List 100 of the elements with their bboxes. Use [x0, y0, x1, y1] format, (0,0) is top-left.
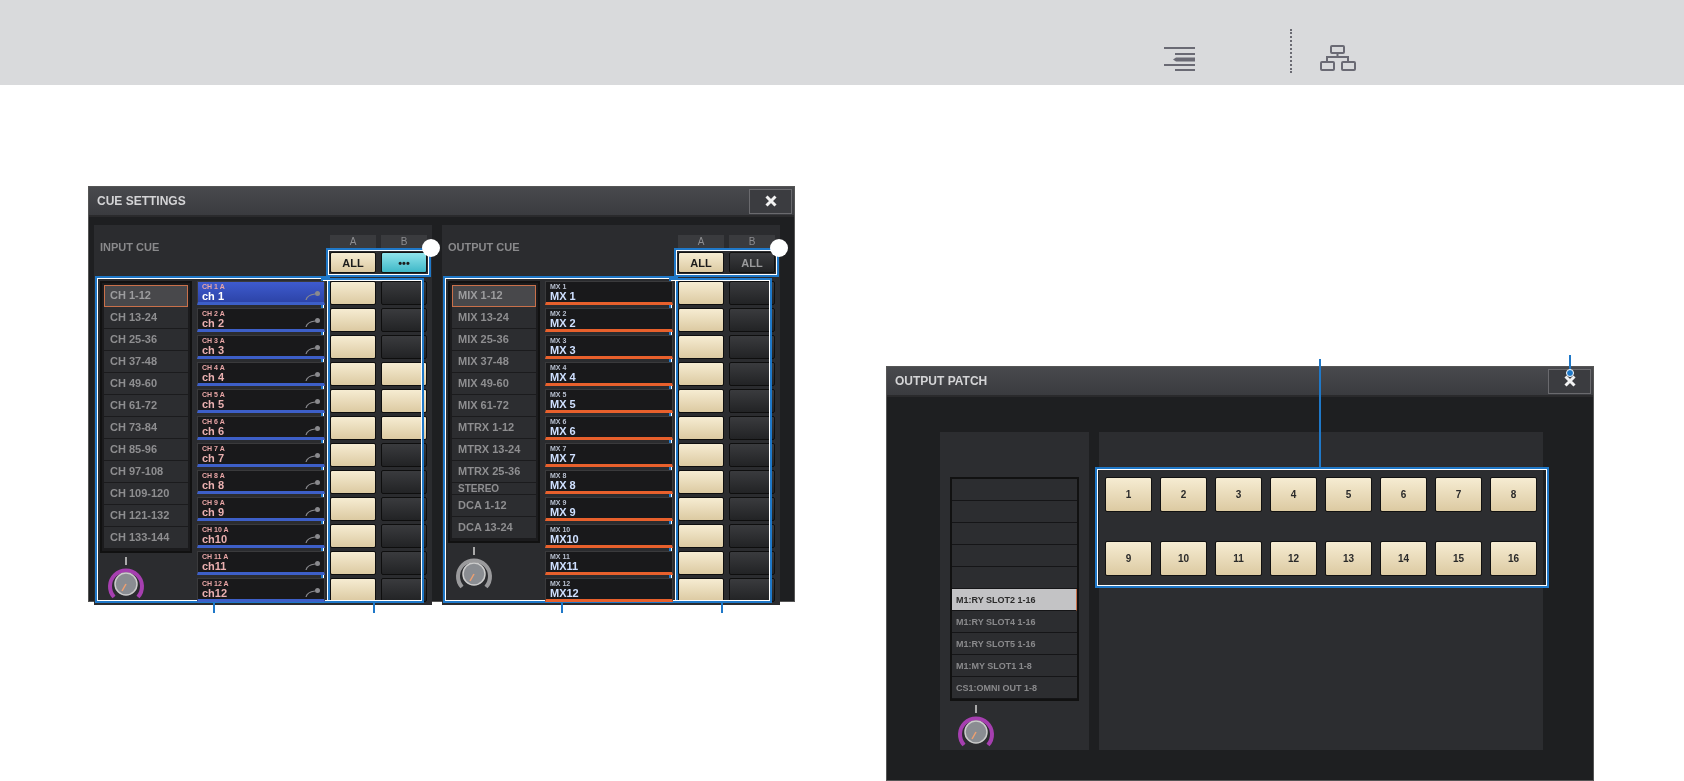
bank-tab[interactable]: CH 121-132 — [104, 505, 188, 527]
bank-tab[interactable]: CH 49-60 — [104, 373, 188, 395]
align-right-icon[interactable] — [1164, 47, 1196, 73]
cue-a-toggle[interactable] — [678, 308, 724, 332]
port-button[interactable]: 16 — [1490, 541, 1537, 576]
cue-b-toggle[interactable] — [381, 497, 427, 521]
cue-a-toggle[interactable] — [330, 362, 376, 386]
cue-a-toggle[interactable] — [678, 524, 724, 548]
close-button[interactable] — [749, 188, 792, 214]
cue-b-toggle[interactable] — [729, 497, 775, 521]
bank-tab[interactable]: MIX 13-24 — [452, 307, 536, 329]
hierarchy-icon[interactable] — [1320, 45, 1356, 73]
slot-item[interactable]: M1:RY SLOT4 1-16 — [952, 611, 1077, 633]
port-button[interactable]: 2 — [1160, 477, 1207, 512]
port-button[interactable]: 15 — [1435, 541, 1482, 576]
cue-b-toggle[interactable] — [729, 362, 775, 386]
cue-a-toggle[interactable] — [678, 389, 724, 413]
all-button[interactable]: ALL — [729, 252, 775, 273]
knob[interactable] — [956, 705, 996, 749]
all-button[interactable]: ALL — [330, 252, 376, 273]
cue-a-toggle[interactable] — [678, 551, 724, 575]
cue-a-toggle[interactable] — [330, 389, 376, 413]
cue-a-toggle[interactable] — [330, 416, 376, 440]
bank-tab[interactable]: DCA 13-24 — [452, 517, 536, 539]
cue-b-toggle[interactable] — [381, 416, 427, 440]
cue-b-toggle[interactable] — [729, 551, 775, 575]
cue-b-toggle[interactable] — [381, 281, 427, 305]
cue-a-toggle[interactable] — [678, 497, 724, 521]
cue-b-toggle[interactable] — [381, 443, 427, 467]
cue-a-toggle[interactable] — [330, 551, 376, 575]
cue-a-toggle[interactable] — [330, 578, 376, 602]
port-button[interactable]: 1 — [1105, 477, 1152, 512]
port-button[interactable]: 11 — [1215, 541, 1262, 576]
close-button[interactable] — [1548, 368, 1591, 394]
bank-tab[interactable]: CH 109-120 — [104, 483, 188, 505]
port-button[interactable]: 6 — [1380, 477, 1427, 512]
bank-tab[interactable]: CH 73-84 — [104, 417, 188, 439]
cue-b-toggle[interactable] — [381, 470, 427, 494]
cue-a-toggle[interactable] — [678, 578, 724, 602]
cue-b-toggle[interactable] — [381, 308, 427, 332]
cue-b-toggle[interactable] — [729, 416, 775, 440]
cue-a-toggle[interactable] — [330, 308, 376, 332]
port-button[interactable]: 5 — [1325, 477, 1372, 512]
cue-b-toggle[interactable] — [729, 335, 775, 359]
port-button[interactable]: 12 — [1270, 541, 1317, 576]
cue-a-toggle[interactable] — [330, 281, 376, 305]
bank-tab[interactable]: CH 61-72 — [104, 395, 188, 417]
cue-b-toggle[interactable] — [381, 362, 427, 386]
bank-tab[interactable]: CH 97-108 — [104, 461, 188, 483]
cue-b-toggle[interactable] — [381, 524, 427, 548]
port-button[interactable]: 13 — [1325, 541, 1372, 576]
bank-tab[interactable]: STEREO — [452, 483, 536, 495]
slot-item[interactable]: M1:RY SLOT2 1-16 — [952, 589, 1077, 611]
port-button[interactable]: 8 — [1490, 477, 1537, 512]
cue-a-toggle[interactable] — [678, 470, 724, 494]
cue-b-toggle[interactable] — [729, 281, 775, 305]
bank-tab[interactable]: MTRX 1-12 — [452, 417, 536, 439]
cue-b-toggle[interactable] — [381, 335, 427, 359]
knob[interactable] — [106, 557, 146, 601]
cue-a-toggle[interactable] — [678, 335, 724, 359]
all-button[interactable]: ••• — [381, 252, 427, 273]
port-button[interactable]: 9 — [1105, 541, 1152, 576]
bank-tab[interactable]: CH 25-36 — [104, 329, 188, 351]
port-button[interactable]: 4 — [1270, 477, 1317, 512]
slot-item[interactable]: CS1:OMNI OUT 1-8 — [952, 677, 1077, 699]
cue-a-toggle[interactable] — [678, 362, 724, 386]
bank-tab[interactable]: MTRX 13-24 — [452, 439, 536, 461]
bank-tab[interactable]: MIX 61-72 — [452, 395, 536, 417]
bank-tab[interactable]: DCA 1-12 — [452, 495, 536, 517]
bank-tab[interactable]: MIX 25-36 — [452, 329, 536, 351]
slot-item[interactable]: M1:RY SLOT5 1-16 — [952, 633, 1077, 655]
cue-a-toggle[interactable] — [678, 281, 724, 305]
port-button[interactable]: 14 — [1380, 541, 1427, 576]
cue-b-toggle[interactable] — [729, 389, 775, 413]
bank-tab[interactable]: MTRX 25-36 — [452, 461, 536, 483]
cue-b-toggle[interactable] — [729, 470, 775, 494]
cue-a-toggle[interactable] — [678, 416, 724, 440]
cue-a-toggle[interactable] — [330, 335, 376, 359]
bank-tab[interactable]: CH 13-24 — [104, 307, 188, 329]
slot-item[interactable]: M1:MY SLOT1 1-8 — [952, 655, 1077, 677]
cue-a-toggle[interactable] — [330, 524, 376, 548]
bank-tab[interactable]: CH 133-144 — [104, 527, 188, 549]
cue-b-toggle[interactable] — [729, 443, 775, 467]
port-button[interactable]: 3 — [1215, 477, 1262, 512]
cue-a-toggle[interactable] — [330, 443, 376, 467]
bank-tab[interactable]: MIX 37-48 — [452, 351, 536, 373]
cue-a-toggle[interactable] — [330, 497, 376, 521]
cue-a-toggle[interactable] — [678, 443, 724, 467]
cue-a-toggle[interactable] — [330, 470, 376, 494]
all-button[interactable]: ALL — [678, 252, 724, 273]
cue-b-toggle[interactable] — [381, 551, 427, 575]
bank-tab[interactable]: MIX 49-60 — [452, 373, 536, 395]
port-button[interactable]: 10 — [1160, 541, 1207, 576]
bank-tab[interactable]: CH 37-48 — [104, 351, 188, 373]
bank-tab[interactable]: CH 85-96 — [104, 439, 188, 461]
knob[interactable] — [454, 547, 494, 591]
cue-b-toggle[interactable] — [381, 389, 427, 413]
port-button[interactable]: 7 — [1435, 477, 1482, 512]
cue-b-toggle[interactable] — [729, 524, 775, 548]
cue-b-toggle[interactable] — [729, 308, 775, 332]
